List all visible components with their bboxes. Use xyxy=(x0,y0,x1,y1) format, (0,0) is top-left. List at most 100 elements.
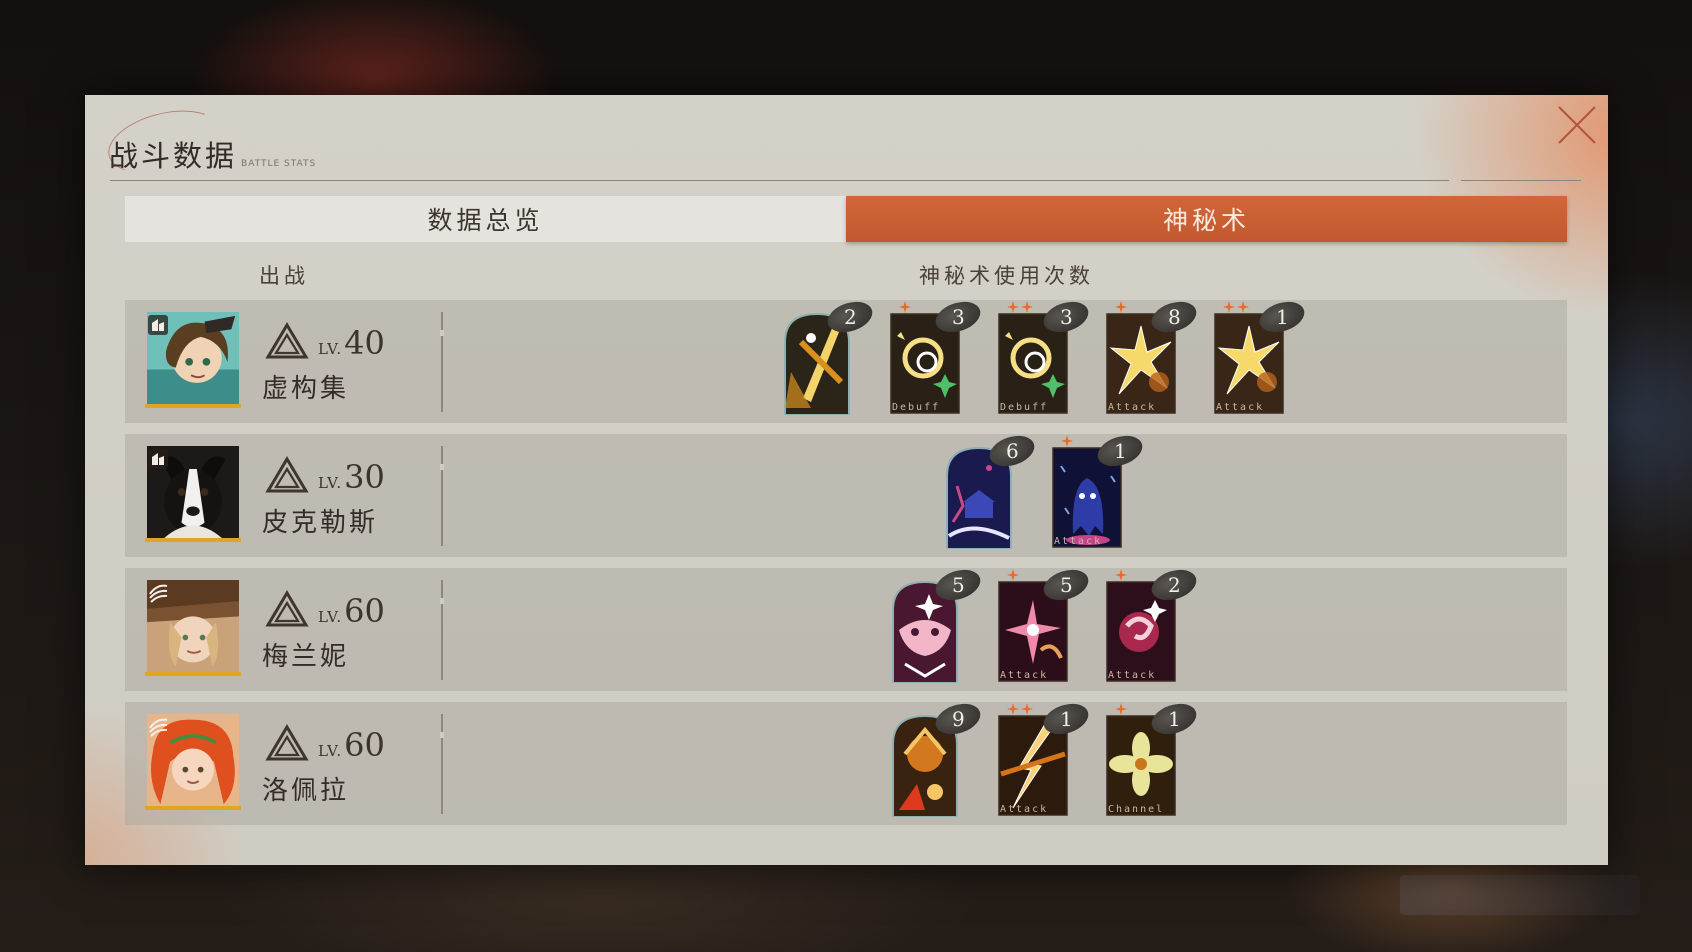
row-divider xyxy=(441,580,443,680)
arcanum-card[interactable]: 2 xyxy=(781,296,877,415)
arcanum-card[interactable]: 9 xyxy=(889,698,985,817)
card-rank-stars xyxy=(1115,700,1127,715)
character-level: LV. 40 xyxy=(318,324,385,362)
use-count-value: 8 xyxy=(1167,305,1181,330)
card-rank-stars xyxy=(1007,700,1033,715)
close-button[interactable] xyxy=(1555,103,1599,147)
role-badge-icon xyxy=(147,448,169,470)
card-rank-stars xyxy=(1061,432,1073,447)
title-divider-segment xyxy=(1402,180,1449,181)
insight-triangle-icon xyxy=(265,590,309,628)
card-type-label: Attack xyxy=(1216,402,1265,413)
use-count-value: 2 xyxy=(1167,573,1181,598)
character-avatar[interactable] xyxy=(145,312,241,408)
character-row: LV. 30 皮克勒斯 6 Attack 1 xyxy=(125,430,1567,557)
card-rank-stars xyxy=(1115,566,1127,581)
use-count-value: 1 xyxy=(1113,439,1127,464)
tab-bar: 数据总览 神秘术 xyxy=(125,196,1567,242)
row-divider xyxy=(441,446,443,546)
arcanum-card[interactable]: Channel 1 xyxy=(1105,698,1201,817)
card-type-label: Debuff xyxy=(1000,402,1049,413)
use-count-value: 1 xyxy=(1275,305,1289,330)
level-prefix: LV. xyxy=(318,340,343,358)
background-bottom-bar xyxy=(1400,875,1640,915)
level-prefix: LV. xyxy=(318,608,343,626)
arcanum-card[interactable]: Attack 5 xyxy=(997,564,1093,683)
arcanum-card[interactable]: 5 xyxy=(889,564,985,683)
character-name: 梅兰妮 xyxy=(262,642,350,672)
card-rank-stars xyxy=(1115,298,1127,313)
panel-title-en: BATTLE STATS xyxy=(241,159,317,169)
character-row: LV. 40 虚构集 2 Debuff 3 Debuff 3 Attack 8 Attac… xyxy=(125,296,1567,423)
star-icon xyxy=(1115,298,1127,313)
level-prefix: LV. xyxy=(318,742,343,760)
character-name: 虚构集 xyxy=(262,374,350,404)
arcanum-card[interactable]: Attack 1 xyxy=(1213,296,1309,415)
row-divider xyxy=(441,312,443,412)
row-divider-gap xyxy=(440,732,444,738)
use-count-value: 6 xyxy=(1005,439,1019,464)
character-avatar[interactable] xyxy=(145,580,241,676)
row-divider-gap xyxy=(440,598,444,604)
insight-triangle-icon xyxy=(265,724,309,762)
character-level: LV. 60 xyxy=(318,592,385,630)
arcanum-card[interactable]: Attack 2 xyxy=(1105,564,1201,683)
character-avatar[interactable] xyxy=(145,714,241,810)
panel-title: 战斗数据 BATTLE STATS xyxy=(109,133,316,175)
level-value: 40 xyxy=(344,324,385,362)
tab-arcanum[interactable]: 神秘术 xyxy=(846,196,1567,242)
character-name: 皮克勒斯 xyxy=(262,508,379,538)
role-badge-icon xyxy=(147,716,169,738)
role-badge-icon xyxy=(147,582,169,604)
card-rank-stars xyxy=(1007,298,1033,313)
card-rank-stars xyxy=(1223,298,1249,313)
column-header-deployed: 出战 xyxy=(259,264,309,288)
tab-overview[interactable]: 数据总览 xyxy=(125,196,846,242)
character-avatar[interactable] xyxy=(145,446,241,542)
use-count-value: 3 xyxy=(1059,305,1073,330)
title-divider xyxy=(110,180,1402,181)
arcanum-card[interactable]: Attack 1 xyxy=(997,698,1093,817)
battle-stats-panel: 战斗数据 BATTLE STATS 数据总览 神秘术 出战 神秘术使用次数 LV… xyxy=(85,95,1608,865)
star-icon xyxy=(1021,298,1033,313)
star-icon xyxy=(1115,566,1127,581)
card-rank-stars xyxy=(1007,566,1019,581)
level-value: 60 xyxy=(344,592,385,630)
card-type-label: Attack xyxy=(1108,402,1157,413)
use-count-value: 1 xyxy=(1059,707,1073,732)
character-row: LV. 60 洛佩拉 9 Attack 1 Channel 1 xyxy=(125,698,1567,825)
star-icon xyxy=(1061,432,1073,447)
card-type-label: Attack xyxy=(1000,670,1049,681)
level-value: 60 xyxy=(344,726,385,764)
arcanum-card[interactable]: Attack 1 xyxy=(1051,430,1147,549)
insight-triangle-icon xyxy=(265,456,309,494)
star-icon xyxy=(1115,700,1127,715)
use-count-value: 5 xyxy=(951,573,965,598)
star-icon xyxy=(1237,298,1249,313)
close-icon xyxy=(1558,106,1596,144)
star-icon xyxy=(1007,298,1019,313)
character-level: LV. 30 xyxy=(318,458,385,496)
star-icon xyxy=(1223,298,1235,313)
card-type-label: Attack xyxy=(1000,804,1049,815)
column-header-arcanum-uses: 神秘术使用次数 xyxy=(919,264,1094,288)
arcanum-card[interactable]: 6 xyxy=(943,430,1039,549)
card-type-label: Channel xyxy=(1108,804,1165,815)
use-count-value: 3 xyxy=(951,305,965,330)
star-icon xyxy=(899,298,911,313)
panel-title-cn: 战斗数据 xyxy=(109,139,238,173)
character-row: LV. 60 梅兰妮 5 Attack 5 Attack 2 xyxy=(125,564,1567,691)
card-type-label: Attack xyxy=(1054,536,1103,547)
level-value: 30 xyxy=(344,458,385,496)
row-divider-gap xyxy=(440,464,444,470)
arcanum-card[interactable]: Debuff 3 xyxy=(889,296,985,415)
use-count-value: 9 xyxy=(951,707,965,732)
role-badge-icon xyxy=(147,314,169,336)
level-prefix: LV. xyxy=(318,474,343,492)
card-type-label: Debuff xyxy=(892,402,941,413)
use-count-value: 2 xyxy=(843,305,857,330)
star-icon xyxy=(1007,566,1019,581)
card-rank-stars xyxy=(899,298,911,313)
arcanum-card[interactable]: Debuff 3 xyxy=(997,296,1093,415)
arcanum-card[interactable]: Attack 8 xyxy=(1105,296,1201,415)
